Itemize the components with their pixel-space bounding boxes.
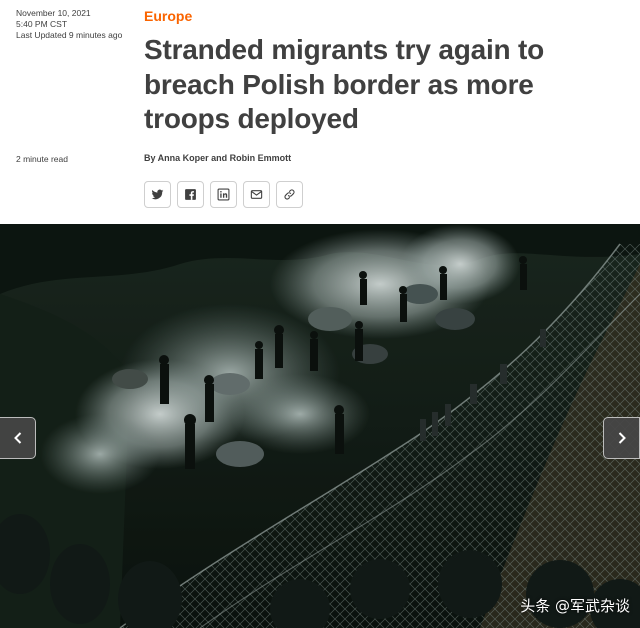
section-link[interactable]: Europe — [144, 8, 192, 24]
share-facebook-button[interactable] — [177, 181, 204, 208]
byline: By Anna Koper and Robin Emmott — [144, 153, 292, 163]
hero-photo — [0, 224, 640, 628]
page-title: Stranded migrants try again to breach Po… — [144, 34, 545, 134]
read-time: 2 minute read — [16, 154, 68, 164]
last-updated: Last Updated 9 minutes ago — [16, 30, 123, 40]
share-twitter-button[interactable] — [144, 181, 171, 208]
facebook-icon — [185, 189, 196, 200]
photo-gallery: 头条 @军武杂谈 — [0, 224, 640, 628]
share-linkedin-button[interactable] — [210, 181, 237, 208]
publish-date: November 10, 2021 — [16, 8, 91, 18]
gallery-next-button[interactable] — [603, 417, 640, 459]
linkedin-icon — [217, 188, 230, 201]
gallery-prev-button[interactable] — [0, 417, 36, 459]
chevron-left-icon — [13, 432, 21, 444]
email-icon — [250, 190, 263, 199]
share-link-button[interactable] — [276, 181, 303, 208]
share-email-button[interactable] — [243, 181, 270, 208]
publish-time: 5:40 PM CST — [16, 19, 68, 29]
twitter-icon — [151, 189, 164, 200]
share-bar — [144, 181, 303, 208]
link-icon — [284, 189, 295, 200]
chevron-right-icon — [618, 432, 626, 444]
article-meta: November 10, 2021 5:40 PM CST Last Updat… — [16, 8, 136, 41]
watermark-text: 头条 @军武杂谈 — [520, 597, 630, 615]
